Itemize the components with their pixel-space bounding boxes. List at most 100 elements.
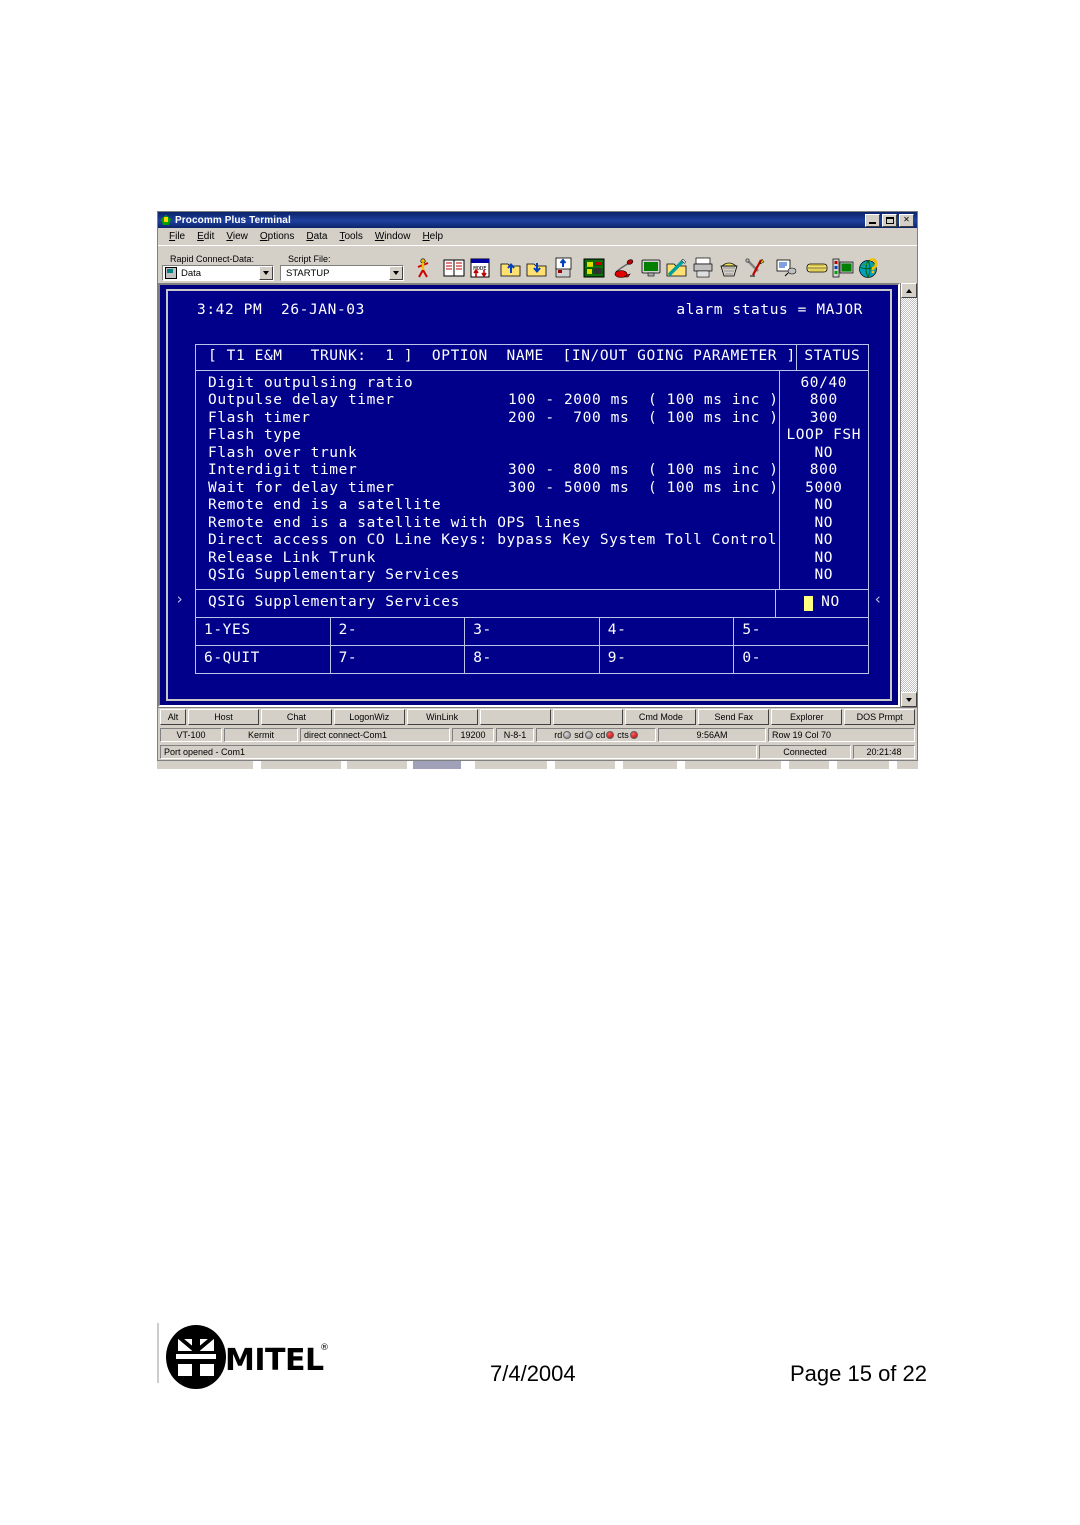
address-book-icon[interactable] <box>441 255 467 281</box>
menu-item-options[interactable]: Options <box>254 230 300 243</box>
rapid-connect-combo[interactable]: Data <box>162 265 274 281</box>
function-key-6[interactable]: 6-QUIT <box>196 645 331 673</box>
monitor-settings-icon[interactable] <box>830 255 856 281</box>
table-row[interactable]: Outpulse delay timer 100 - 2000 ms ( 100 … <box>208 392 779 410</box>
option-table-header-status: STATUS <box>804 348 861 365</box>
chevron-down-icon[interactable] <box>259 266 273 280</box>
selected-option-status: NO <box>821 594 840 611</box>
status-emulation[interactable]: VT-100 <box>160 727 222 742</box>
table-row[interactable]: Remote end is a satellite with OPS lines <box>208 515 779 533</box>
function-key-4[interactable]: 4- <box>600 617 735 645</box>
button-empty-2[interactable] <box>552 709 624 725</box>
function-key-9[interactable]: 9- <box>600 645 735 673</box>
run-script-icon[interactable] <box>410 255 436 281</box>
function-key-5[interactable]: 5- <box>734 618 868 645</box>
minimize-button[interactable] <box>865 213 880 227</box>
pen-folder-icon[interactable] <box>664 255 690 281</box>
status-connection[interactable]: direct connect-Com1 <box>300 727 450 742</box>
window-titlebar[interactable]: Procomm Plus Terminal ✕ <box>158 212 917 228</box>
menu-item-help[interactable]: Help <box>416 230 449 243</box>
message-status-bar: Port opened - Com1 Connected 20:21:48 <box>158 743 917 760</box>
table-row[interactable]: Flash type <box>208 427 779 445</box>
rd-led-icon <box>563 730 572 739</box>
table-row[interactable]: Remote end is a satellite <box>208 497 779 515</box>
menu-item-view[interactable]: View <box>220 230 254 243</box>
basket-icon[interactable] <box>716 255 742 281</box>
table-row[interactable]: QSIG Supplementary Services <box>208 567 779 585</box>
table-row[interactable]: Wait for delay timer 300 - 5000 ms ( 100 … <box>208 480 779 498</box>
status-clock[interactable]: 9:56AM <box>658 727 766 742</box>
status-protocol[interactable]: Kermit <box>224 727 298 742</box>
button-empty-1[interactable] <box>479 709 551 725</box>
function-key-1[interactable]: 1-YES <box>196 617 331 645</box>
menu-item-window[interactable]: Window <box>369 230 417 243</box>
function-key-8[interactable]: 8- <box>465 645 600 673</box>
function-key-7[interactable]: 7- <box>331 645 466 673</box>
table-row[interactable]: Release Link Trunk <box>208 550 779 568</box>
button-logonwiz[interactable]: LogonWiz <box>333 709 405 725</box>
terminal-screen[interactable]: 3:42 PM 26-JAN-03 alarm status = MAJOR [… <box>171 294 887 696</box>
button-send-fax[interactable]: Send Fax <box>698 709 770 725</box>
globe-help-icon[interactable] <box>856 255 882 281</box>
table-row[interactable]: Flash over trunk <box>208 445 779 463</box>
tools-icon[interactable] <box>742 255 768 281</box>
option-name: QSIG Supplementary Services <box>208 567 460 583</box>
status-cursor-position: Row 19 Col 70 <box>768 727 915 742</box>
button-winlink[interactable]: WinLink <box>406 709 478 725</box>
button-host[interactable]: Host <box>188 709 259 725</box>
status-value: NO <box>814 444 834 461</box>
menu-item-tools[interactable]: Tools <box>333 230 368 243</box>
printer-icon[interactable] <box>690 255 716 281</box>
terminal-screen-icon[interactable] <box>638 255 664 281</box>
table-row[interactable]: Direct access on CO Line Keys: bypass Ke… <box>208 532 779 550</box>
option-range: 200 - 700 ms ( 100 ms inc ) <box>508 409 779 426</box>
status-value: 300 <box>809 409 838 426</box>
button-cmd-mode[interactable]: Cmd Mode <box>625 709 697 725</box>
upload-folder-icon[interactable] <box>498 255 524 281</box>
maximize-button[interactable] <box>882 213 897 227</box>
chevron-down-icon[interactable] <box>389 266 403 280</box>
table-row[interactable]: Digit outpulsing ratio <box>208 375 779 393</box>
terminal-datetime: 3:42 PM 26-JAN-03 <box>197 302 365 318</box>
function-key-3[interactable]: 3- <box>465 617 600 645</box>
function-key-0[interactable]: 0- <box>734 646 868 673</box>
table-row[interactable]: Flash timer 200 - 700 ms ( 100 ms inc ) <box>208 410 779 428</box>
button-dos-prompt[interactable]: DOS Prmpt <box>844 709 916 725</box>
status-framing[interactable]: N-8-1 <box>496 727 534 742</box>
button-chat[interactable]: Chat <box>260 709 332 725</box>
scroll-down-icon[interactable] <box>901 692 917 707</box>
alt-toggle-button[interactable]: Alt <box>160 709 186 725</box>
menu-item-file[interactable]: FFileile <box>163 230 191 243</box>
scrollbar-track[interactable] <box>901 298 917 692</box>
scroll-up-icon[interactable] <box>901 283 917 298</box>
mode-switch-icon[interactable]: MODE <box>467 255 493 281</box>
keyboard-icon[interactable] <box>804 255 830 281</box>
selected-option-row[interactable]: QSIG Supplementary Services NO <box>195 589 869 618</box>
status-led-panel: rd sd cd cts <box>536 727 656 742</box>
meta-key-icon[interactable] <box>773 255 799 281</box>
clipboard-upload-icon[interactable] <box>550 255 576 281</box>
page-footer: MITEL ® 7/4/2004 Page 15 of 22 <box>0 1323 1080 1413</box>
option-name: Outpulse delay timer <box>208 392 395 408</box>
footer-page-number: Page 15 of 22 <box>790 1361 928 1386</box>
phone-dial-icon[interactable] <box>612 255 638 281</box>
footer-divider <box>157 1323 159 1383</box>
circuit-board-icon[interactable] <box>581 255 607 281</box>
terminal-screen-border: 3:42 PM 26-JAN-03 alarm status = MAJOR [… <box>166 289 892 701</box>
status-baud[interactable]: 19200 <box>452 727 494 742</box>
meta-key-button-row: Alt Host Chat LogonWiz WinLink Cmd Mode … <box>158 707 917 726</box>
download-folder-icon[interactable] <box>524 255 550 281</box>
option-names-column: Digit outpulsing ratio Outpulse delay ti… <box>196 370 780 589</box>
script-file-combo[interactable]: STARTUP <box>280 265 404 281</box>
status-value: 800 <box>809 392 838 408</box>
terminal-vertical-scrollbar[interactable] <box>900 283 917 707</box>
menu-item-edit[interactable]: Edit <box>191 230 220 243</box>
function-key-2[interactable]: 2- <box>331 617 466 645</box>
menu-item-data[interactable]: Data <box>300 230 333 243</box>
script-file-label: Script File: <box>288 254 331 264</box>
table-row[interactable]: Interdigit timer 300 - 800 ms ( 100 ms in… <box>208 462 779 480</box>
footer-date: 7/4/2004 <box>490 1361 576 1386</box>
close-icon[interactable]: ✕ <box>899 213 914 227</box>
button-explorer[interactable]: Explorer <box>771 709 843 725</box>
mitel-globe-logo: MITEL ® <box>165 1324 335 1390</box>
